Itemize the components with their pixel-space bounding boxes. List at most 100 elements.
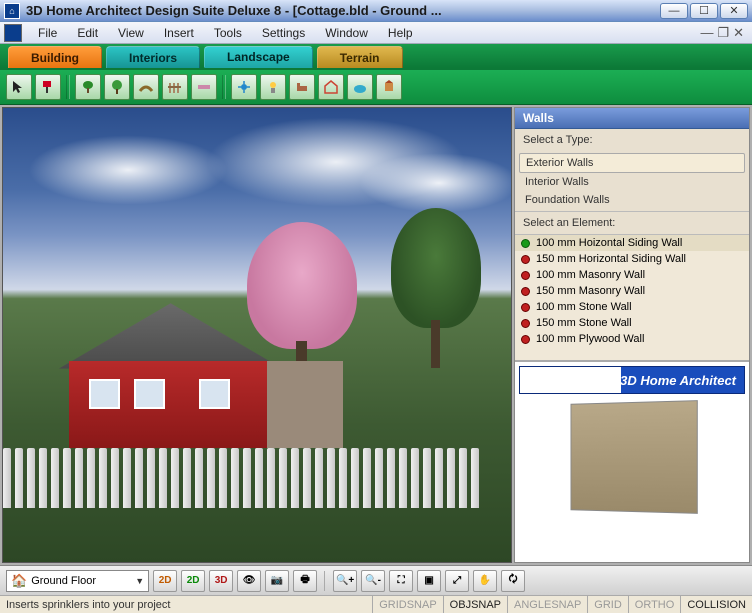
- select-tool-button[interactable]: [6, 74, 32, 100]
- separator: [324, 571, 326, 591]
- element-label: 100 mm Masonry Wall: [536, 269, 645, 281]
- floor-selector[interactable]: 🏠 ▼: [6, 570, 149, 592]
- status-dot-icon: [521, 287, 530, 296]
- print-button[interactable]: 🖶: [293, 570, 317, 592]
- type-item[interactable]: Exterior Walls: [519, 153, 745, 173]
- mdi-icon[interactable]: [4, 24, 22, 42]
- menu-insert[interactable]: Insert: [154, 24, 204, 42]
- separator: [222, 75, 226, 99]
- orbit-button[interactable]: 🗘: [501, 570, 525, 592]
- paint-tool-button[interactable]: [35, 74, 61, 100]
- status-toggle-gridsnap[interactable]: GRIDSNAP: [372, 596, 442, 613]
- structure-tool-button[interactable]: [318, 74, 344, 100]
- status-toggle-objsnap[interactable]: OBJSNAP: [443, 596, 507, 613]
- separator: [66, 75, 70, 99]
- sprinkler-tool-button[interactable]: [231, 74, 257, 100]
- type-item[interactable]: Foundation Walls: [519, 191, 745, 209]
- minimize-button[interactable]: —: [660, 3, 688, 19]
- screenshot-button[interactable]: 📷: [265, 570, 289, 592]
- status-toggle-ortho[interactable]: ORTHO: [628, 596, 681, 613]
- floor-icon: 🏠: [11, 573, 27, 589]
- tab-building[interactable]: Building: [8, 46, 102, 68]
- pan-button[interactable]: ✋: [473, 570, 497, 592]
- title-bar: ⌂ 3D Home Architect Design Suite Deluxe …: [0, 0, 752, 22]
- menu-edit[interactable]: Edit: [67, 24, 108, 42]
- lighting-tool-button[interactable]: [260, 74, 286, 100]
- menu-tools[interactable]: Tools: [204, 24, 252, 42]
- furniture-tool-button[interactable]: [289, 74, 315, 100]
- accessory-tool-button[interactable]: [376, 74, 402, 100]
- status-dot-icon: [521, 239, 530, 248]
- scene-render: [3, 108, 511, 562]
- element-item[interactable]: 150 mm Masonry Wall: [515, 283, 749, 299]
- mdi-minimize[interactable]: —: [700, 25, 713, 41]
- menu-file[interactable]: File: [28, 24, 67, 42]
- window-controls: — ☐ ✕: [660, 3, 748, 19]
- zoom-out-button[interactable]: 🔍-: [361, 570, 385, 592]
- element-label: 100 mm Stone Wall: [536, 301, 632, 313]
- walls-header: Walls: [515, 108, 749, 129]
- maximize-button[interactable]: ☐: [690, 3, 718, 19]
- tab-terrain[interactable]: Terrain: [317, 46, 403, 68]
- 3d-viewport[interactable]: [2, 107, 512, 563]
- view-2d-shaded-button[interactable]: 2D: [181, 570, 205, 592]
- element-item[interactable]: 150 mm Stone Wall: [515, 315, 749, 331]
- close-button[interactable]: ✕: [720, 3, 748, 19]
- status-toggle-grid[interactable]: GRID: [587, 596, 628, 613]
- element-item[interactable]: 100 mm Hoizontal Siding Wall: [515, 235, 749, 251]
- status-dot-icon: [521, 303, 530, 312]
- view-toolbar: 🏠 ▼ 2D 2D 3D 👁 📷 🖶 🔍+ 🔍- ⛶ ▣ ⤢ ✋ 🗘: [0, 565, 752, 595]
- fence-tool-button[interactable]: [162, 74, 188, 100]
- menu-help[interactable]: Help: [378, 24, 423, 42]
- path-tool-button[interactable]: [133, 74, 159, 100]
- type-item[interactable]: Interior Walls: [519, 173, 745, 191]
- edging-tool-button[interactable]: [191, 74, 217, 100]
- element-item[interactable]: 100 mm Plywood Wall: [515, 331, 749, 347]
- window-title: 3D Home Architect Design Suite Deluxe 8 …: [26, 3, 660, 18]
- element-preview: [570, 400, 697, 514]
- chevron-down-icon[interactable]: ▼: [135, 576, 144, 586]
- status-dot-icon: [521, 271, 530, 280]
- status-toggle-anglesnap[interactable]: ANGLESNAP: [507, 596, 587, 613]
- zoom-fit-button[interactable]: ▣: [417, 570, 441, 592]
- element-item[interactable]: 150 mm Horizontal Siding Wall: [515, 251, 749, 267]
- element-item[interactable]: 100 mm Stone Wall: [515, 299, 749, 315]
- element-label: 150 mm Stone Wall: [536, 317, 632, 329]
- work-area: Walls Select a Type: Exterior WallsInter…: [0, 105, 752, 565]
- mdi-controls: — ❐ ✕: [700, 25, 750, 41]
- tab-interiors[interactable]: Interiors: [106, 46, 200, 68]
- tab-landscape[interactable]: Landscape: [204, 46, 313, 68]
- element-label: 100 mm Plywood Wall: [536, 333, 644, 345]
- element-item[interactable]: 100 mm Masonry Wall: [515, 267, 749, 283]
- menu-view[interactable]: View: [108, 24, 154, 42]
- catalog-sidebar: Walls Select a Type: Exterior WallsInter…: [514, 107, 750, 563]
- menu-bar: File Edit View Insert Tools Settings Win…: [0, 22, 752, 44]
- floor-input[interactable]: [31, 575, 131, 587]
- zoom-window-button[interactable]: ⛶: [389, 570, 413, 592]
- mdi-close[interactable]: ✕: [733, 25, 744, 41]
- type-list: Exterior WallsInterior WallsFoundation W…: [515, 151, 749, 211]
- status-bar: Inserts sprinklers into your project GRI…: [0, 595, 752, 613]
- tree-tool-button[interactable]: [104, 74, 130, 100]
- view-3d-button[interactable]: 3D: [209, 570, 233, 592]
- select-type-label: Select a Type:: [515, 129, 749, 151]
- zoom-in-button[interactable]: 🔍+: [333, 570, 357, 592]
- element-label: 150 mm Masonry Wall: [536, 285, 645, 297]
- status-toggle-collision[interactable]: COLLISION: [680, 596, 752, 613]
- status-dot-icon: [521, 255, 530, 264]
- preview-panel: 3D Home Architect: [515, 360, 749, 562]
- status-dot-icon: [521, 335, 530, 344]
- element-label: 100 mm Hoizontal Siding Wall: [536, 237, 682, 249]
- plant-tool-button[interactable]: [75, 74, 101, 100]
- zoom-realtime-button[interactable]: ⤢: [445, 570, 469, 592]
- app-icon: ⌂: [4, 3, 20, 19]
- water-tool-button[interactable]: [347, 74, 373, 100]
- menu-window[interactable]: Window: [315, 24, 378, 42]
- mdi-restore[interactable]: ❐: [717, 25, 729, 41]
- view-camera-button[interactable]: 👁: [237, 570, 261, 592]
- tab-bar: Building Interiors Landscape Terrain: [0, 44, 752, 70]
- element-label: 150 mm Horizontal Siding Wall: [536, 253, 686, 265]
- menu-settings[interactable]: Settings: [252, 24, 315, 42]
- view-2d-button[interactable]: 2D: [153, 570, 177, 592]
- element-list[interactable]: 100 mm Hoizontal Siding Wall 150 mm Horiz…: [515, 234, 749, 360]
